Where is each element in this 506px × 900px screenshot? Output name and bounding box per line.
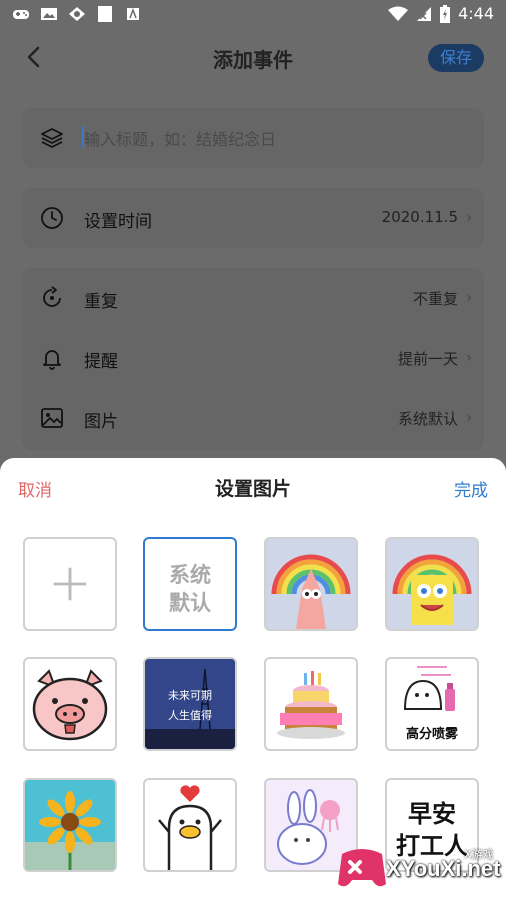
sunflower-tile[interactable] [23,778,117,872]
add-image-tile[interactable] [23,537,117,631]
font-icon [127,7,139,20]
bell-icon [43,350,61,370]
duck-tile[interactable] [143,778,237,872]
title-bar: 添加事件 保存 [0,30,506,86]
repeat-icon [43,286,61,307]
birthday-cake-image [277,671,345,739]
night-photo-image [145,659,235,749]
plus-icon [53,567,87,601]
save-button[interactable]: 保存 [428,44,484,72]
photo-caption-1: 未来可期 [168,689,212,702]
gamepad-icon [13,10,29,19]
title-input-card[interactable]: 输入标题，如：结婚纪念日 [22,108,484,168]
signal-icon [417,6,432,21]
time-card[interactable]: 设置时间 2020.11.5 › [22,188,484,248]
image-value: 系统默认 [397,410,458,428]
status-icons-left [12,6,142,22]
title-input-row[interactable]: 输入标题，如：结婚纪念日 [22,108,484,168]
greeting-text-1: 早安 [408,800,456,828]
done-button[interactable]: 完成 [454,476,488,501]
remind-row[interactable]: 提醒 提前一天 › [22,328,484,388]
remind-label: 提醒 [84,352,118,372]
default-image-tile[interactable]: 系统 默认 [143,537,237,631]
time-value: 2020.11.5 [381,208,458,226]
options-card: 重复 不重复 › 提醒 提前一天 › 图片 系统默认 › [22,268,484,450]
time-row[interactable]: 设置时间 2020.11.5 › [22,188,484,248]
clock-icon [41,207,63,229]
wifi-icon [388,6,409,21]
default-text-1: 系统 [169,563,211,587]
status-time: 4:44 [458,4,494,23]
spongebob-rainbow-image [392,554,472,625]
title-input[interactable]: 输入标题，如：结婚纪念日 [84,126,276,150]
spray-caption: 高分喷雾 [405,727,458,742]
repeat-label: 重复 [84,292,118,312]
status-icons-right: 4:44 [388,4,494,23]
chevron-right-icon: › [466,410,472,426]
time-label: 设置时间 [84,212,152,232]
sheet-header: 取消 设置图片 完成 [0,458,506,516]
chevron-right-icon: › [466,350,472,366]
duck-heart-image [158,785,222,870]
patrick-rainbow-image [271,554,351,629]
spray-tile[interactable]: 高分喷雾 [385,657,479,751]
square-icon [98,6,112,22]
spongebob-rainbow-tile[interactable] [385,537,479,631]
spray-image [403,666,455,711]
status-bar: 4:44 [0,0,506,30]
photo-caption-2: 人生值得 [168,709,212,722]
gamepad-logo-icon [338,849,386,887]
battery-icon [440,4,451,23]
night-photo-tile[interactable]: 未来可期 人生值得 [143,657,237,751]
default-text-2: 默认 [169,591,211,615]
watermark-brand: XYouXi.net [386,856,501,881]
pig-tile[interactable] [23,657,117,751]
repeat-row[interactable]: 重复 不重复 › [22,268,484,328]
patrick-rainbow-tile[interactable] [264,537,358,631]
chevron-right-icon: › [466,210,472,226]
image-label: 图片 [84,412,118,432]
repeat-value: 不重复 [412,290,458,308]
image-row[interactable]: 图片 系统默认 › [22,388,484,448]
chevron-right-icon: › [466,290,472,306]
vpn-icon [69,7,85,21]
sunflower-image [25,780,115,870]
watermark: X游戏 XYouXi.net [328,834,506,900]
picture-icon [41,408,63,428]
sheet-title: 设置图片 [214,478,291,500]
birthday-cake-tile[interactable] [264,657,358,751]
layers-icon [41,128,63,148]
pig-image [32,669,108,741]
remind-value: 提前一天 [397,350,458,368]
image-icon [41,8,57,20]
